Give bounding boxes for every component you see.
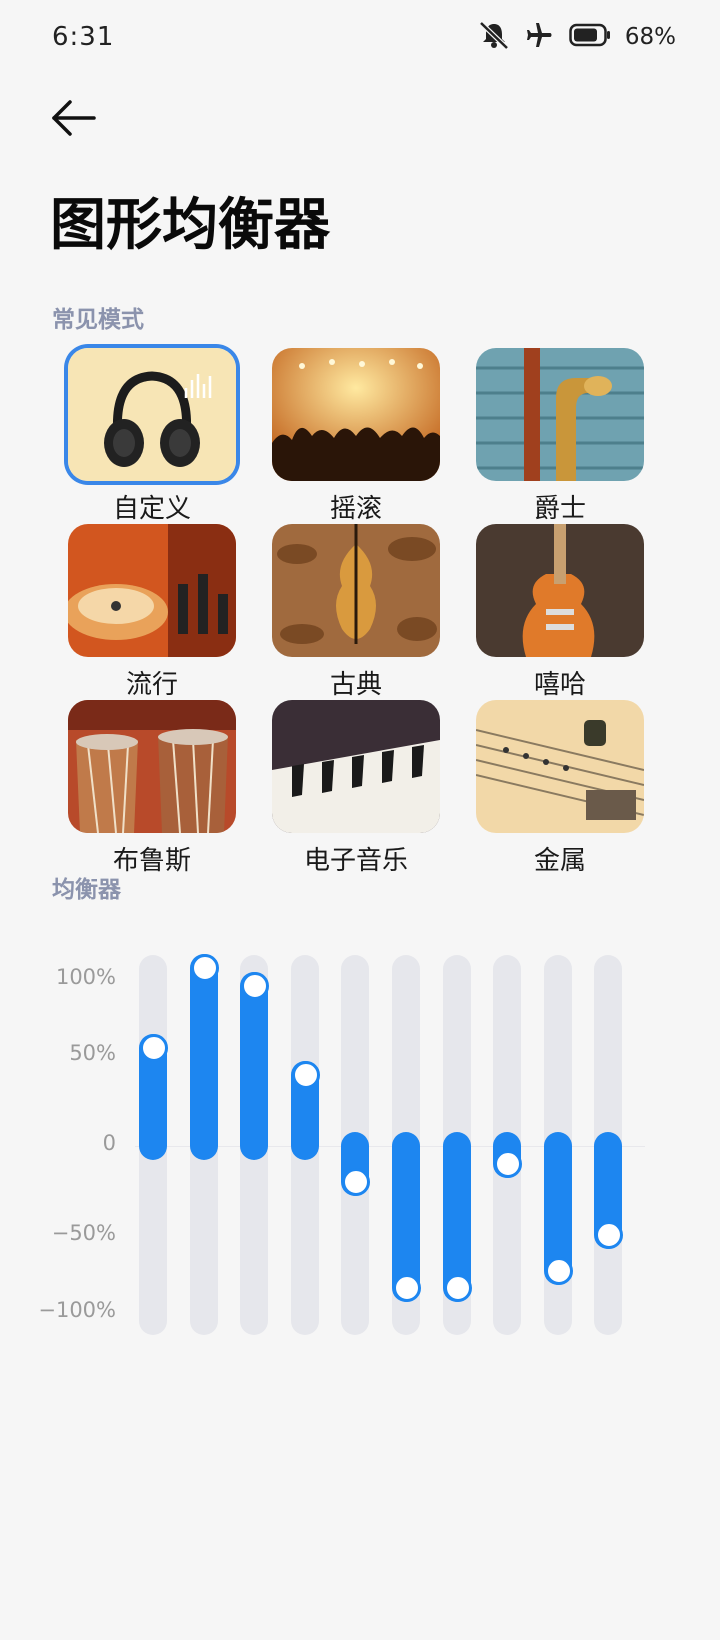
eq-band-knob[interactable] bbox=[342, 1167, 371, 1196]
eq-band-slider[interactable] bbox=[341, 955, 371, 1335]
back-button[interactable] bbox=[48, 92, 100, 144]
mode-label: 嘻哈 bbox=[533, 670, 586, 700]
eq-band-knob[interactable] bbox=[140, 1034, 168, 1063]
mode-label: 爵士 bbox=[533, 494, 586, 524]
mode-classical[interactable]: 古典 bbox=[272, 524, 440, 700]
eq-band-knob[interactable] bbox=[494, 1149, 523, 1178]
mode-metal-thumbnail bbox=[476, 700, 644, 833]
eq-band-slider[interactable] bbox=[442, 955, 472, 1335]
eq-band-level bbox=[189, 954, 218, 1160]
mode-label: 流行 bbox=[125, 670, 178, 700]
eq-band-slider[interactable] bbox=[594, 955, 624, 1335]
mode-rock-thumbnail bbox=[272, 348, 440, 481]
mode-pop[interactable]: 流行 bbox=[68, 524, 236, 700]
eq-band-knob[interactable] bbox=[393, 1274, 421, 1303]
modes-section-title: 常见模式 bbox=[52, 307, 144, 333]
axis-label-minus-50: −50% bbox=[51, 1221, 116, 1245]
axis-label-0: 0 bbox=[102, 1131, 116, 1155]
mode-custom[interactable]: 自定义 bbox=[68, 348, 236, 524]
eq-band-knob[interactable] bbox=[291, 1060, 320, 1089]
mode-hiphop[interactable]: 嘻哈 bbox=[476, 524, 644, 700]
airplane-icon bbox=[525, 20, 555, 54]
page-title: 图形均衡器 bbox=[50, 193, 330, 258]
mode-jazz-thumbnail bbox=[476, 348, 644, 481]
mode-label: 摇滚 bbox=[329, 494, 382, 524]
eq-band-knob[interactable] bbox=[241, 971, 270, 1000]
status-icons: 68% bbox=[477, 20, 676, 54]
mode-blues-thumbnail bbox=[68, 700, 236, 833]
mode-rock[interactable]: 摇滚 bbox=[272, 348, 440, 524]
axis-label-minus-100: −100% bbox=[38, 1298, 116, 1322]
mode-custom-thumbnail bbox=[68, 348, 236, 481]
axis-label-100: 100% bbox=[55, 965, 116, 989]
eq-band-slider[interactable] bbox=[392, 955, 421, 1335]
mode-label: 古典 bbox=[329, 670, 382, 700]
equalizer-section-title: 均衡器 bbox=[52, 877, 121, 903]
mute-icon bbox=[477, 20, 511, 54]
mode-pop-thumbnail bbox=[68, 524, 236, 657]
mode-electronic[interactable]: 电子音乐 bbox=[272, 700, 440, 876]
eq-band-knob[interactable] bbox=[190, 954, 219, 982]
eq-band-slider[interactable] bbox=[240, 955, 270, 1335]
eq-band-slider[interactable] bbox=[290, 955, 320, 1335]
axis-label-50: 50% bbox=[69, 1041, 116, 1065]
back-arrow-icon bbox=[52, 100, 96, 136]
eq-band-slider[interactable] bbox=[139, 955, 168, 1335]
eq-band-knob[interactable] bbox=[544, 1256, 573, 1285]
eq-band-slider[interactable] bbox=[493, 955, 523, 1335]
mode-label: 自定义 bbox=[112, 494, 191, 524]
eq-band-knob[interactable] bbox=[595, 1221, 624, 1249]
status-bar: 6:31 68% bbox=[0, 0, 720, 80]
mode-blues[interactable]: 布鲁斯 bbox=[68, 700, 236, 876]
battery-percent: 68% bbox=[624, 24, 676, 50]
mode-hiphop-thumbnail bbox=[476, 524, 644, 657]
mode-label: 金属 bbox=[533, 846, 586, 876]
mode-metal[interactable]: 金属 bbox=[476, 700, 644, 876]
mode-electronic-thumbnail bbox=[272, 700, 440, 833]
battery-icon bbox=[569, 23, 611, 51]
equalizer: 100% 50% 0 −50% −100% bbox=[0, 954, 720, 1345]
status-time: 6:31 bbox=[52, 22, 115, 52]
mode-jazz[interactable]: 爵士 bbox=[476, 348, 644, 524]
eq-band-knob[interactable] bbox=[443, 1274, 472, 1303]
mode-label: 电子音乐 bbox=[303, 846, 408, 876]
mode-classical-thumbnail bbox=[272, 524, 440, 657]
eq-band-slider[interactable] bbox=[189, 954, 219, 1335]
eq-band-slider[interactable] bbox=[543, 955, 573, 1335]
eq-band-level bbox=[240, 971, 269, 1160]
